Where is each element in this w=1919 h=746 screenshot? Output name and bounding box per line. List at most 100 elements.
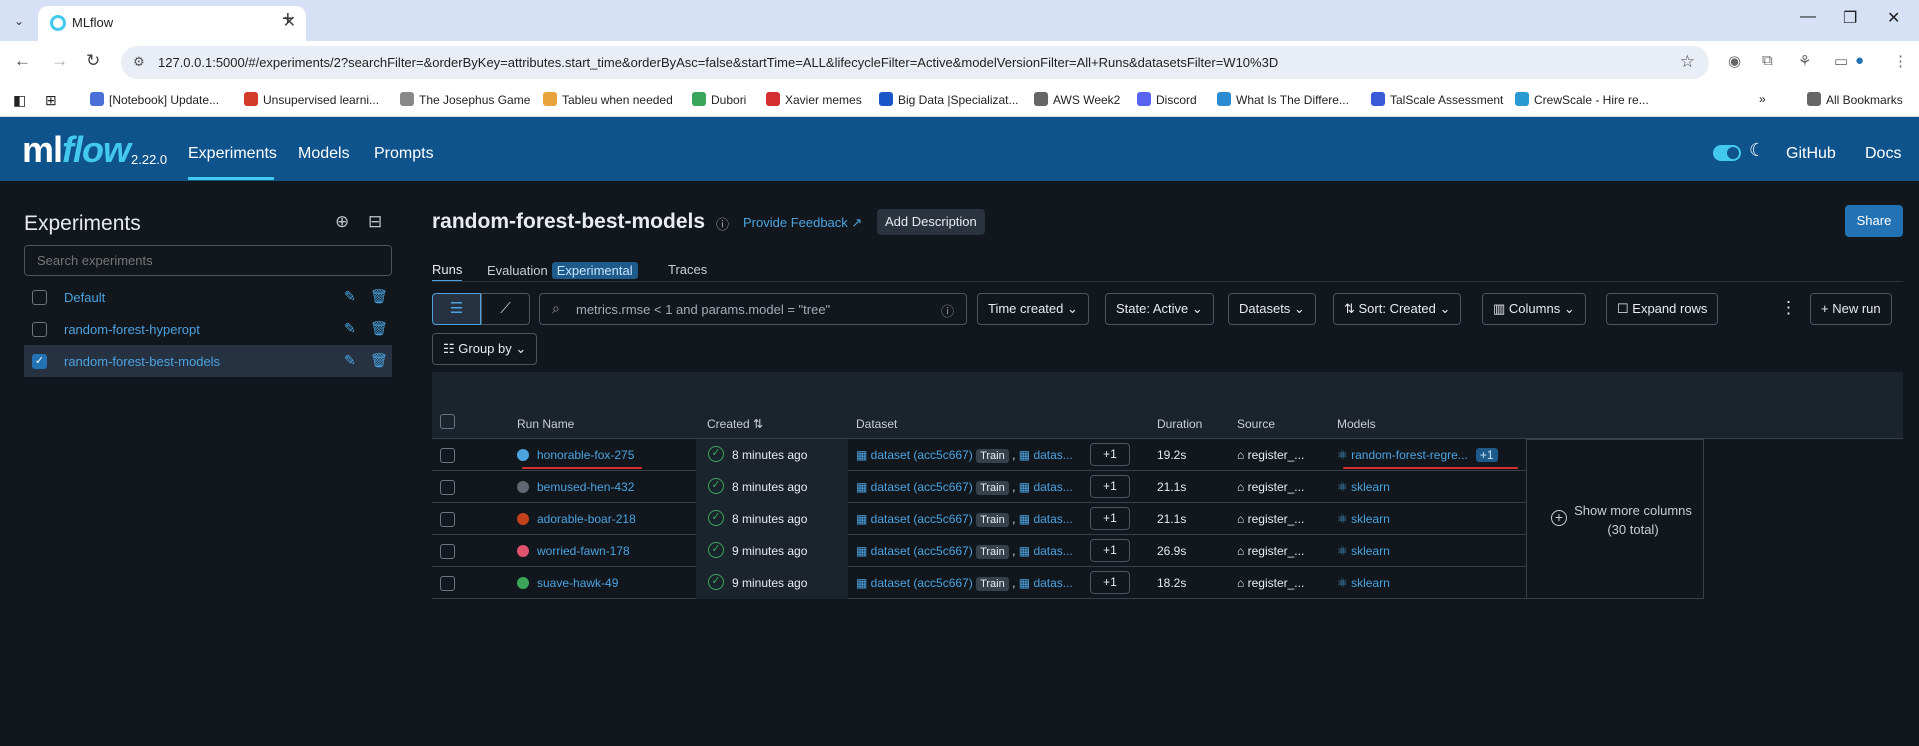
add-experiment-icon[interactable]: ⊕ (335, 212, 349, 232)
col-dataset[interactable]: Dataset (856, 417, 897, 431)
source-value[interactable]: ⌂ register_... (1237, 480, 1304, 494)
model-link[interactable]: ⚛ sklearn (1337, 480, 1390, 494)
col-run-name[interactable]: Run Name (517, 417, 574, 431)
show-more-columns-button[interactable]: + Show more columns (30 total) (1526, 439, 1704, 599)
model-link[interactable]: ⚛ sklearn (1337, 544, 1390, 558)
bookmark-item[interactable]: The Josephus Game (400, 92, 530, 107)
sidebar-item-hyperopt[interactable]: random-forest-hyperopt ✎ 🗑 (24, 313, 392, 345)
run-name-link[interactable]: suave-hawk-49 (537, 576, 618, 590)
table-view-icon[interactable]: ☰ (432, 293, 481, 325)
delete-icon[interactable]: 🗑 (370, 288, 388, 305)
table-row[interactable]: bemused-hen-432 ✓ 8 minutes ago ▦ dataset (… (432, 471, 1526, 503)
github-link[interactable]: GitHub (1786, 145, 1836, 163)
bookmark-item[interactable]: Tableu when needed (543, 92, 673, 107)
experiment-checkbox[interactable] (32, 290, 47, 305)
model-link[interactable]: ⚛ random-forest-regre... +1 (1337, 448, 1498, 462)
bookmark-item[interactable]: TalScale Assessment (1371, 92, 1503, 107)
expand-rows-toggle[interactable]: ☐ Expand rows (1606, 293, 1719, 325)
select-all-checkbox[interactable] (440, 414, 455, 429)
bookmark-item[interactable]: Big Data |Specializat... (879, 92, 1019, 107)
all-bookmarks[interactable]: All Bookmarks (1807, 92, 1903, 107)
site-info-icon[interactable]: ⚙ (133, 54, 145, 70)
edit-icon[interactable]: ✎ (344, 288, 356, 305)
reload-icon[interactable]: ↻ (86, 51, 100, 71)
bookmark-item[interactable]: CrewScale - Hire re... (1515, 92, 1649, 107)
run-name-link[interactable]: worried-fawn-178 (537, 544, 630, 558)
col-source[interactable]: Source (1237, 417, 1275, 431)
source-value[interactable]: ⌂ register_... (1237, 448, 1304, 462)
row-checkbox[interactable] (440, 512, 455, 527)
bookmark-item[interactable]: Xavier memes (766, 92, 862, 107)
more-datasets-button[interactable]: +1 (1090, 539, 1130, 562)
col-duration[interactable]: Duration (1157, 417, 1202, 431)
browser-tab[interactable]: MLflow ✕ (38, 6, 306, 41)
experiment-name[interactable]: random-forest-hyperopt (64, 322, 200, 337)
url-text[interactable]: 127.0.0.1:5000/#/experiments/2?searchFil… (158, 55, 1278, 70)
bookmark-item[interactable]: Discord (1137, 92, 1197, 107)
experiment-name[interactable]: random-forest-best-models (64, 354, 220, 369)
tab-search-icon[interactable]: ⌄ (8, 10, 30, 32)
run-filter-input[interactable]: ⌕ metrics.rmse < 1 and params.model = "t… (539, 293, 967, 325)
more-datasets-button[interactable]: +1 (1090, 507, 1130, 530)
row-checkbox[interactable] (440, 544, 455, 559)
row-checkbox[interactable] (440, 448, 455, 463)
sidebar-item-default[interactable]: Default ✎ 🗑 (24, 281, 392, 313)
sidebar-item-best-models[interactable]: ✓ random-forest-best-models ✎ 🗑 (24, 345, 392, 377)
more-datasets-button[interactable]: +1 (1090, 571, 1130, 594)
experiment-checkbox[interactable] (32, 322, 47, 337)
apps-icon[interactable]: ◧ (13, 92, 26, 109)
docs-link[interactable]: Docs (1865, 145, 1901, 163)
tab-evaluation[interactable]: Evaluation Experimental (487, 262, 638, 279)
source-value[interactable]: ⌂ register_... (1237, 512, 1304, 526)
col-created[interactable]: Created ⇅ (707, 417, 763, 431)
tab-runs[interactable]: Runs (432, 262, 462, 277)
more-bookmarks-icon[interactable]: » (1759, 92, 1766, 106)
source-value[interactable]: ⌂ register_... (1237, 544, 1304, 558)
run-name-link[interactable]: adorable-boar-218 (537, 512, 636, 526)
table-row[interactable]: adorable-boar-218 ✓ 8 minutes ago ▦ dataset… (432, 503, 1526, 535)
profile-icon[interactable]: ● (1855, 52, 1864, 69)
bookmark-star-icon[interactable]: ☆ (1680, 52, 1695, 72)
row-checkbox[interactable] (440, 480, 455, 495)
menu-icon[interactable]: ⋮ (1893, 52, 1908, 70)
back-icon[interactable]: ← (14, 51, 31, 71)
table-row[interactable]: suave-hawk-49 ✓ 9 minutes ago ▦ dataset (ac… (432, 567, 1526, 599)
puzzle-icon[interactable]: ⚘ (1798, 52, 1811, 70)
sort-dropdown[interactable]: ⇅ Sort: Created ⌄ (1333, 293, 1462, 325)
delete-icon[interactable]: 🗑 (370, 352, 388, 369)
restore-icon[interactable]: ❐ (1843, 8, 1857, 28)
nav-experiments[interactable]: Experiments (188, 145, 277, 163)
add-description-button[interactable]: Add Description (877, 209, 985, 235)
experiment-name[interactable]: Default (64, 290, 105, 305)
run-name-link[interactable]: honorable-fox-275 (537, 448, 634, 462)
datasets-dropdown[interactable]: Datasets ⌄ (1228, 293, 1316, 325)
more-datasets-button[interactable]: +1 (1090, 443, 1130, 466)
forward-icon[interactable]: → (51, 51, 68, 71)
mlflow-logo[interactable]: mlflow (22, 129, 131, 171)
more-options-icon[interactable]: ⋮ (1780, 298, 1797, 318)
close-window-icon[interactable]: ✕ (1887, 8, 1900, 28)
table-row[interactable]: worried-fawn-178 ✓ 9 minutes ago ▦ dataset … (432, 535, 1526, 567)
edit-icon[interactable]: ✎ (344, 352, 356, 369)
edit-icon[interactable]: ✎ (344, 320, 356, 337)
provide-feedback-link[interactable]: Provide Feedback ↗ (743, 215, 862, 231)
dataset-link[interactable]: ▦ dataset (acc5c667) Train , ▦ datas... (856, 448, 1073, 463)
info-icon[interactable]: ⓘ (941, 301, 954, 320)
state-dropdown[interactable]: State: Active ⌄ (1105, 293, 1214, 325)
minimize-icon[interactable]: — (1800, 8, 1816, 26)
tab-groups-icon[interactable]: ⊞ (45, 92, 57, 109)
bookmark-item[interactable]: What Is The Differe... (1217, 92, 1349, 107)
experiment-checkbox[interactable]: ✓ (32, 354, 47, 369)
dark-mode-toggle[interactable] (1713, 145, 1741, 161)
nav-models[interactable]: Models (298, 145, 350, 163)
tab-traces[interactable]: Traces (668, 262, 707, 277)
bookmark-item[interactable]: [Notebook] Update... (90, 92, 219, 107)
dataset-link[interactable]: ▦ dataset (acc5c667) Train , ▦ datas... (856, 512, 1073, 527)
columns-dropdown[interactable]: ▥ Columns ⌄ (1482, 293, 1586, 325)
time-created-dropdown[interactable]: Time created ⌄ (977, 293, 1089, 325)
share-button[interactable]: Share (1845, 205, 1903, 237)
dataset-link[interactable]: ▦ dataset (acc5c667) Train , ▦ datas... (856, 480, 1073, 495)
collapse-sidebar-icon[interactable]: ⊟ (368, 212, 382, 232)
group-by-dropdown[interactable]: ☷ Group by ⌄ (432, 333, 538, 365)
run-name-link[interactable]: bemused-hen-432 (537, 480, 634, 494)
